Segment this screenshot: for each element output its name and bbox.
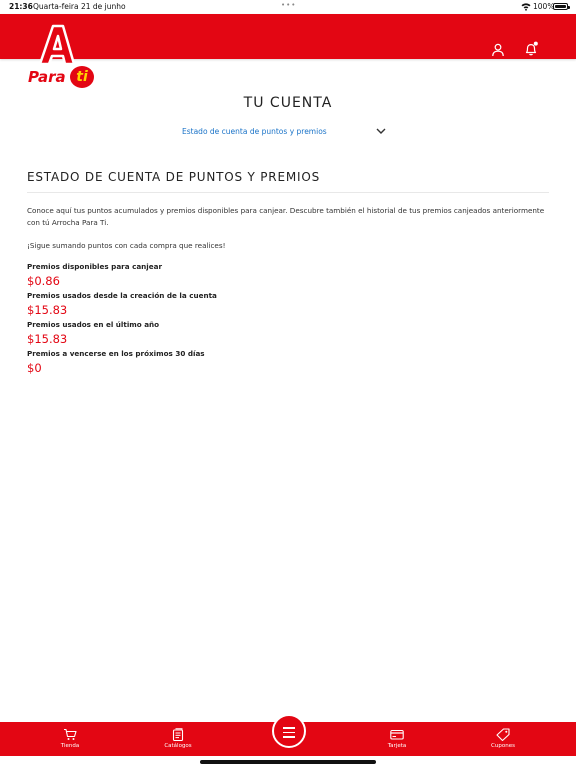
menu-icon-bar [283, 736, 295, 738]
tab-label: Catálogos [164, 743, 192, 749]
section-dropdown[interactable]: Estado de cuenta de puntos y premios [178, 122, 390, 142]
multitask-dots-icon[interactable]: ••• [281, 1, 296, 9]
card-icon [390, 729, 404, 740]
chevron-down-icon [376, 128, 386, 134]
logo-a-mark [38, 24, 76, 66]
tab-tienda[interactable]: Tienda [45, 722, 95, 756]
available-rewards-label: Premios disponibles para canjear [27, 262, 163, 271]
used-last-year-value: $15.83 [27, 332, 68, 346]
battery-icon [553, 3, 570, 10]
logo-ti-badge: ti [70, 66, 94, 88]
home-indicator[interactable] [200, 760, 376, 764]
battery-percent: 100% [533, 2, 555, 11]
tab-cupones[interactable]: Cupones [478, 722, 528, 756]
expiring-30-days-label: Premios a vencerse en los próximos 30 dí… [27, 349, 205, 358]
intro-text: Conoce aquí tus puntos acumulados y prem… [27, 206, 545, 227]
menu-icon-bar [283, 731, 295, 733]
section-dropdown-label: Estado de cuenta de puntos y premios [182, 127, 327, 136]
status-time: 21:36 [9, 2, 33, 11]
logo-para-text: Para [28, 68, 66, 86]
used-since-creation-label: Premios usados desde la creación de la c… [27, 291, 217, 300]
tab-catalogos[interactable]: Catálogos [153, 722, 203, 756]
catalog-icon [172, 728, 184, 741]
arrocha-para-ti-logo[interactable]: Para ti [26, 24, 96, 90]
tab-label: Tienda [60, 743, 80, 749]
expiring-30-days-value: $0 [27, 361, 42, 375]
note-text: ¡Sigue sumando puntos con cada compra qu… [27, 241, 226, 250]
menu-icon [283, 727, 295, 729]
status-date: Quarta-feira 21 de junho [33, 2, 126, 11]
cart-icon [64, 728, 77, 740]
status-bar: 21:36 Quarta-feira 21 de junho ••• 100% [0, 0, 576, 14]
used-since-creation-value: $15.83 [27, 303, 68, 317]
page-title: TU CUENTA [243, 95, 333, 111]
bell-icon[interactable] [523, 41, 539, 57]
menu-button[interactable] [272, 714, 306, 748]
tab-tarjeta[interactable]: Tarjeta [372, 722, 422, 756]
coupon-icon [496, 728, 510, 741]
user-icon[interactable] [491, 43, 505, 57]
tab-label: Tarjeta [387, 743, 407, 749]
used-last-year-label: Premios usados en el último año [27, 320, 160, 329]
section-heading: ESTADO DE CUENTA DE PUNTOS Y PREMIOS [27, 170, 320, 184]
available-rewards-value: $0.86 [27, 274, 60, 288]
wifi-icon [521, 3, 531, 11]
tab-label: Cupones [491, 743, 515, 749]
divider [27, 192, 549, 193]
